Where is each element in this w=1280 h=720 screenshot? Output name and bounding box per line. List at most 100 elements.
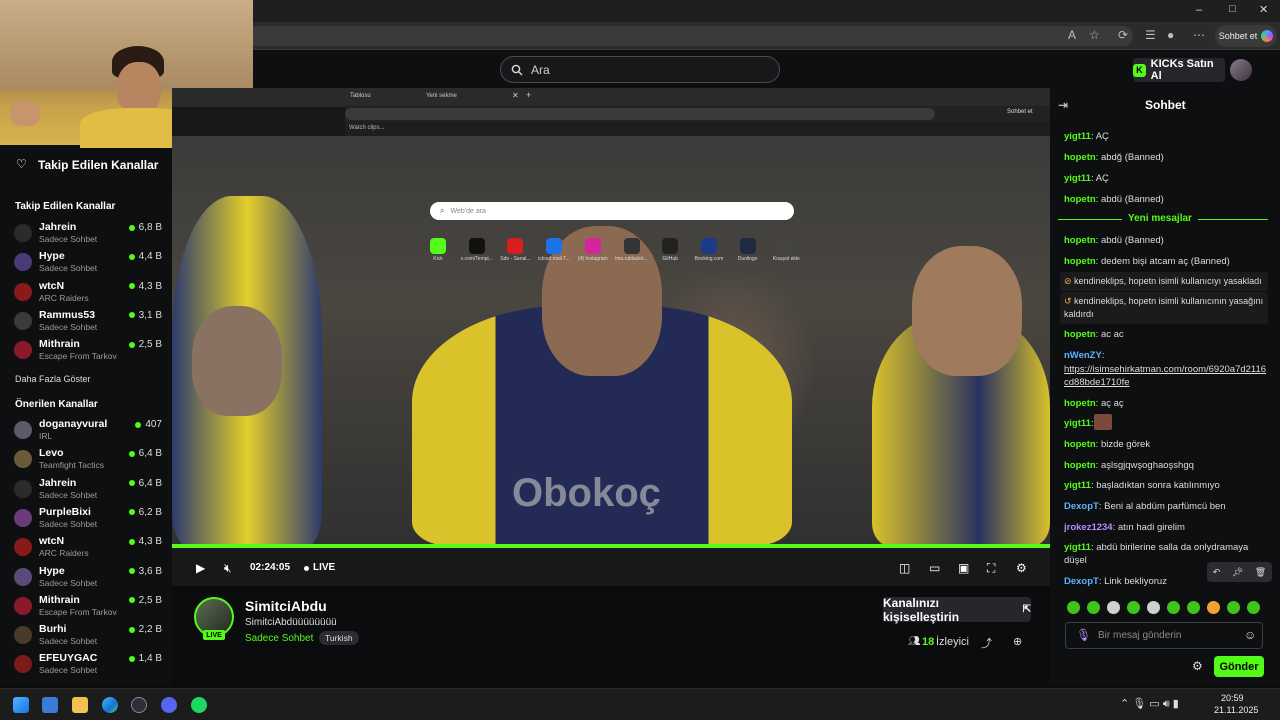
live-label[interactable]: LIVE bbox=[313, 562, 335, 573]
chat-username[interactable]: jrokez1234 bbox=[1064, 522, 1113, 533]
chat-username[interactable]: yigt11 bbox=[1064, 173, 1091, 184]
chat-message[interactable]: nWenZY: bbox=[1064, 349, 1269, 362]
chat-message[interactable]: https://isimsehirkatman.com/room/6920a7d… bbox=[1064, 363, 1269, 389]
emote-icon[interactable] bbox=[1127, 601, 1140, 614]
pin-icon[interactable]: 📌︎ bbox=[1232, 567, 1243, 578]
chat-link[interactable]: https://isimsehirkatman.com/room/6920a7d… bbox=[1064, 364, 1266, 388]
emote-icon[interactable] bbox=[1227, 601, 1240, 614]
customize-channel-button[interactable]: Kanalınızı kişiselleştirin ⇱ bbox=[883, 596, 1031, 624]
cast-icon[interactable]: ▣ bbox=[958, 561, 969, 575]
search-input[interactable]: Ara bbox=[500, 56, 780, 83]
chat-username[interactable]: yigt11 bbox=[1064, 131, 1091, 142]
emote-icon[interactable] bbox=[1187, 601, 1200, 614]
play-button[interactable]: ▶ bbox=[196, 561, 205, 575]
chat-message[interactable]: hopetn: bizde görek bbox=[1064, 438, 1269, 451]
sidebar-channel-rammus53[interactable]: Rammus53 Sadece Sohbet 3,1 B bbox=[14, 309, 166, 337]
chat-username[interactable]: yigt11 bbox=[1064, 542, 1091, 553]
minimize-button[interactable]: – bbox=[1196, 4, 1202, 16]
chat-settings-icon[interactable]: ⚙ bbox=[1192, 659, 1203, 673]
emote-icon[interactable] bbox=[1147, 601, 1160, 614]
extensions-icon[interactable]: ⟳ bbox=[1118, 28, 1128, 42]
streamer-name[interactable]: SimitciAbdu bbox=[245, 598, 327, 614]
chat-username[interactable]: hopetn bbox=[1064, 194, 1096, 205]
language-tag[interactable]: Turkish bbox=[319, 631, 359, 645]
chat-username[interactable]: hopetn bbox=[1064, 329, 1096, 340]
chat-message[interactable]: hopetn: aşlsgjqwşoghaoşshgq bbox=[1064, 459, 1269, 472]
chat-message[interactable]: yigt11: başladıktan sonra katılınmıyo bbox=[1064, 479, 1269, 492]
sidebar-channel-purplebixi[interactable]: PurpleBixi Sadece Sohbet 6,2 B bbox=[14, 506, 166, 534]
sidebar-channel-jahrein[interactable]: Jahrein Sadece Sohbet 6,8 B bbox=[14, 221, 166, 249]
sidebar-channel-wtcn[interactable]: wtcN ARC Raiders 4,3 B bbox=[14, 535, 166, 563]
chat-username[interactable]: hopetn bbox=[1064, 439, 1096, 450]
url-field[interactable] bbox=[253, 26, 1133, 46]
emote-icon[interactable] bbox=[1087, 601, 1100, 614]
emote-icon[interactable] bbox=[1067, 601, 1080, 614]
settings-gear-icon[interactable]: ⚙ bbox=[1016, 561, 1027, 575]
profile-icon[interactable]: ● bbox=[1167, 28, 1174, 42]
chat-username[interactable]: hopetn bbox=[1064, 235, 1096, 246]
sidebar-channel-hype[interactable]: Hype Sadece Sohbet 4,4 B bbox=[14, 250, 166, 278]
file-explorer-icon[interactable] bbox=[72, 697, 88, 713]
mute-icon[interactable]: 🔇︎ bbox=[224, 561, 232, 576]
buy-kicks-button[interactable]: K KICKs Satın Al bbox=[1133, 58, 1225, 82]
close-window-button[interactable]: ✕ bbox=[1259, 3, 1268, 16]
send-button[interactable]: Gönder bbox=[1214, 656, 1264, 677]
clock-date[interactable]: 21.11.2025 bbox=[1214, 705, 1258, 715]
chat-username[interactable]: hopetn bbox=[1064, 398, 1096, 409]
sidebar-channel-efeuygac[interactable]: EFEUYGAC Sadece Sohbet 1,4 B bbox=[14, 652, 166, 680]
fullscreen-icon[interactable]: ⛶ bbox=[987, 561, 995, 576]
sidebar-channel-levo[interactable]: Levo Teamfight Tactics 6,4 B bbox=[14, 447, 166, 475]
share-icon[interactable]: ⤴ bbox=[981, 635, 992, 651]
user-avatar[interactable] bbox=[1230, 59, 1252, 81]
favorite-star-icon[interactable]: ☆ bbox=[1089, 28, 1100, 42]
chat-message[interactable]: hopetn: abdü (Banned) bbox=[1064, 234, 1269, 247]
chat-username[interactable]: DexopT bbox=[1064, 501, 1099, 512]
sidebar-channel-burhi[interactable]: Burhi Sadece Sohbet 2,2 B bbox=[14, 623, 166, 651]
reply-icon[interactable]: ↶ bbox=[1213, 567, 1221, 578]
sidebar-channel-hype[interactable]: Hype Sadece Sohbet 3,6 B bbox=[14, 565, 166, 593]
tray-icons[interactable]: ⌃ 🎙︎ ▭ 🔊︎ ▮ bbox=[1120, 697, 1179, 711]
chat-message[interactable]: yigt11: AÇ bbox=[1064, 172, 1269, 185]
chat-username[interactable]: nWenZY bbox=[1064, 350, 1102, 361]
edge-browser-icon[interactable] bbox=[102, 697, 118, 713]
favorites-icon[interactable]: ☰ bbox=[1145, 28, 1156, 42]
read-aloud-icon[interactable]: A bbox=[1068, 28, 1076, 42]
chat-message-input[interactable]: 🎙︎ Bir mesaj gönderin ☺ bbox=[1065, 622, 1263, 649]
emote-icon[interactable] bbox=[1167, 601, 1180, 614]
microphone-icon[interactable]: 🎙︎ bbox=[1076, 628, 1091, 642]
chat-username[interactable]: yigt11 bbox=[1064, 480, 1091, 491]
chat-message[interactable]: jrokez1234: atın hadi girelim bbox=[1064, 521, 1269, 534]
chat-username[interactable]: hopetn bbox=[1064, 460, 1096, 471]
chat-message[interactable]: hopetn: abdü (Banned) bbox=[1064, 193, 1269, 206]
spotify-icon[interactable] bbox=[191, 697, 207, 713]
sidebar-channel-mithrain[interactable]: Mithrain Escape From Tarkov 2,5 B bbox=[14, 338, 166, 366]
more-menu-icon[interactable]: ⋯ bbox=[1193, 28, 1205, 42]
chat-username[interactable]: hopetn bbox=[1064, 152, 1096, 163]
sidebar-channel-doganayvural[interactable]: doganayvural IRL 407 bbox=[14, 418, 166, 446]
theater-icon[interactable]: ▭ bbox=[929, 561, 940, 575]
pip-icon[interactable]: ◫ bbox=[899, 561, 910, 575]
chat-message[interactable]: hopetn: ac ac bbox=[1064, 328, 1269, 341]
video-progress-bar[interactable] bbox=[172, 544, 1050, 548]
emoji-icon[interactable]: ☺ bbox=[1244, 628, 1256, 642]
show-more-link[interactable]: Daha Fazla Göster bbox=[15, 374, 91, 384]
stream-category[interactable]: Sadece Sohbet bbox=[245, 633, 313, 644]
chat-message[interactable]: hopetn: abdğ (Banned) bbox=[1064, 151, 1269, 164]
delete-icon[interactable]: 🗑︎ bbox=[1255, 567, 1266, 578]
chat-message[interactable]: hopetn: dedem bişi atcam aç (Banned) bbox=[1064, 255, 1269, 268]
sidebar-channel-wtcn[interactable]: wtcN ARC Raiders 4,3 B bbox=[14, 280, 166, 308]
chat-message[interactable]: hopetn: aç aç bbox=[1064, 397, 1269, 410]
store-icon[interactable] bbox=[42, 697, 58, 713]
windows-start-icon[interactable] bbox=[13, 697, 29, 713]
chat-username[interactable]: hopetn bbox=[1064, 256, 1096, 267]
chat-username[interactable]: yigt11 bbox=[1064, 418, 1091, 429]
clock-time[interactable]: 20:59 bbox=[1221, 693, 1244, 703]
steam-icon[interactable] bbox=[131, 697, 147, 713]
discord-icon[interactable] bbox=[161, 697, 177, 713]
emote-icon[interactable] bbox=[1247, 601, 1260, 614]
sidebar-channel-jahrein[interactable]: Jahrein Sadece Sohbet 6,4 B bbox=[14, 477, 166, 505]
collapse-chat-icon[interactable]: ⇥ bbox=[1058, 98, 1068, 112]
chat-username[interactable]: DexopT bbox=[1064, 576, 1099, 587]
emote-icon[interactable] bbox=[1107, 601, 1120, 614]
chat-message[interactable]: DexopT: Beni al abdüm parfümcü ben bbox=[1064, 500, 1269, 513]
